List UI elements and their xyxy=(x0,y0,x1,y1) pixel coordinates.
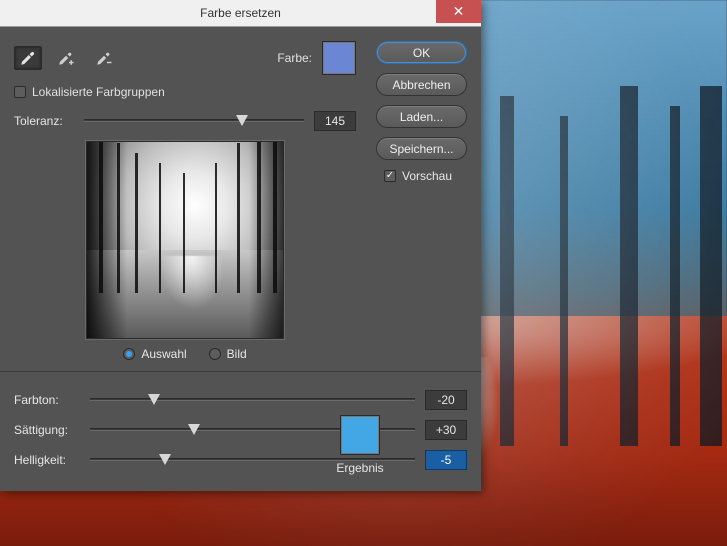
ok-button[interactable]: OK xyxy=(376,41,467,64)
localized-colors-checkbox[interactable]: Lokalisierte Farbgruppen xyxy=(14,85,356,99)
dialog-title: Farbe ersetzen xyxy=(45,6,436,20)
close-icon: ✕ xyxy=(453,3,465,20)
preview-mode-image-label: Bild xyxy=(227,347,247,361)
tolerance-slider[interactable] xyxy=(84,112,304,130)
saturation-label: Sättigung: xyxy=(14,423,80,437)
slider-thumb-icon[interactable] xyxy=(188,424,200,435)
tolerance-input[interactable] xyxy=(314,111,356,131)
slider-thumb-icon[interactable] xyxy=(236,115,248,126)
eyedropper-add-tool[interactable] xyxy=(52,46,80,70)
hue-label: Farbton: xyxy=(14,393,80,407)
slider-thumb-icon[interactable] xyxy=(159,454,171,465)
tolerance-label: Toleranz: xyxy=(14,114,74,128)
cancel-button[interactable]: Abbrechen xyxy=(376,73,467,96)
eyedropper-tool[interactable] xyxy=(14,46,42,70)
save-button[interactable]: Speichern... xyxy=(376,137,467,160)
lightness-label: Helligkeit: xyxy=(14,453,80,467)
source-color-swatch[interactable] xyxy=(322,41,356,75)
localized-colors-label: Lokalisierte Farbgruppen xyxy=(32,85,165,99)
eyedropper-plus-icon xyxy=(57,49,75,67)
preview-mode-selection-label: Auswahl xyxy=(141,347,186,361)
hue-input[interactable] xyxy=(425,390,467,410)
hue-slider[interactable] xyxy=(90,391,415,409)
result-color-swatch[interactable] xyxy=(340,415,380,455)
divider xyxy=(0,371,481,372)
slider-thumb-icon[interactable] xyxy=(148,394,160,405)
lightness-input[interactable] xyxy=(425,450,467,470)
eyedropper-icon xyxy=(19,49,37,67)
close-button[interactable]: ✕ xyxy=(436,0,481,23)
replace-color-dialog: Farbe ersetzen ✕ Farbe: xyxy=(0,0,481,491)
result-label: Ergebnis xyxy=(332,461,388,475)
saturation-input[interactable] xyxy=(425,420,467,440)
selection-preview xyxy=(86,141,284,339)
eyedropper-minus-icon xyxy=(95,49,113,67)
dialog-titlebar[interactable]: Farbe ersetzen ✕ xyxy=(0,0,481,27)
preview-mode-selection-radio[interactable]: Auswahl xyxy=(123,347,186,361)
eyedropper-subtract-tool[interactable] xyxy=(90,46,118,70)
load-button[interactable]: Laden... xyxy=(376,105,467,128)
preview-checkbox-label: Vorschau xyxy=(402,169,452,183)
color-label: Farbe: xyxy=(277,51,312,65)
preview-checkbox[interactable] xyxy=(384,170,396,182)
preview-mode-image-radio[interactable]: Bild xyxy=(209,347,247,361)
